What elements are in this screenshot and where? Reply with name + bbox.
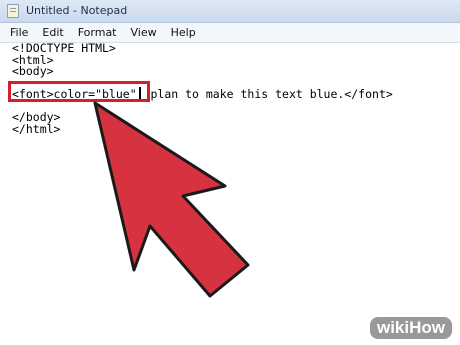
code-line-2: <html> xyxy=(12,52,54,67)
code-line-7: </body> xyxy=(12,110,61,124)
menu-help[interactable]: Help xyxy=(164,26,203,39)
menu-file[interactable]: File xyxy=(0,26,35,39)
notepad-window: Untitled - Notepad File Edit Format View… xyxy=(0,0,460,345)
wikihow-watermark: wikiHow xyxy=(369,317,452,339)
notepad-icon xyxy=(7,4,19,18)
menu-bar: File Edit Format View Help xyxy=(0,23,460,43)
code-line-1: <!DOCTYPE HTML> xyxy=(12,41,116,55)
window-title: Untitled - Notepad xyxy=(26,4,128,17)
text-caret xyxy=(139,87,141,99)
menu-format[interactable]: Format xyxy=(71,26,124,39)
menu-view[interactable]: View xyxy=(124,26,164,39)
menu-edit[interactable]: Edit xyxy=(35,26,70,39)
code-line-8: </html> xyxy=(12,121,61,136)
title-bar[interactable]: Untitled - Notepad xyxy=(0,0,460,23)
text-editor-area[interactable]: <!DOCTYPE HTML> <html> <body> <font>color="… xyxy=(0,41,460,345)
highlight-box xyxy=(8,81,150,102)
code-line-3: <body> xyxy=(12,64,54,78)
